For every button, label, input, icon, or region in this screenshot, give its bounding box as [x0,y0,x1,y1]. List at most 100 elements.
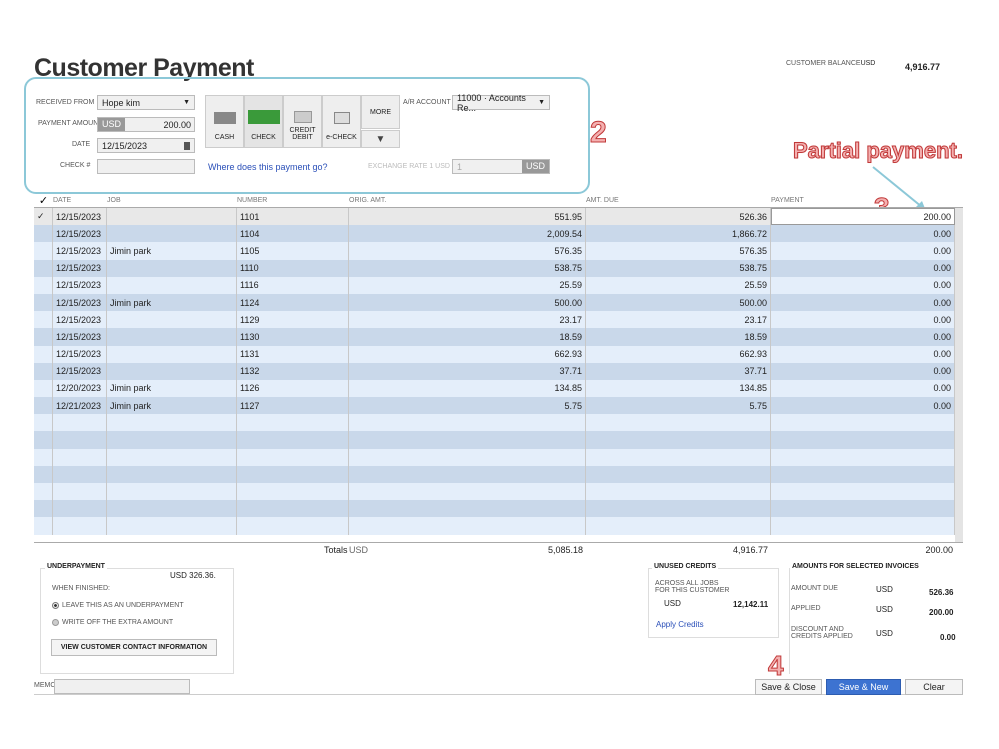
cell-check[interactable] [34,293,53,312]
cell-payment[interactable]: 0.00 [771,259,955,277]
cell-check[interactable] [34,500,53,518]
payment-method-cash[interactable]: CASH [205,95,244,148]
cell-payment[interactable]: 0.00 [771,328,955,346]
exchange-rate-input[interactable]: 1 USD [452,159,550,174]
empty-row[interactable] [34,414,963,432]
cell-check[interactable] [34,483,53,501]
more-dropdown-button[interactable]: ▼ [361,130,400,148]
table-row[interactable]: 12/15/2023 1110 538.75 538.75 0.00 [34,259,963,277]
cell-number: 1101 [237,208,349,226]
table-row[interactable]: 12/15/2023 1132 37.71 37.71 0.00 [34,362,963,380]
cell-payment[interactable]: 0.00 [771,379,955,398]
ar-account-dropdown[interactable]: 11000 · Accounts Re... ▼ [452,93,550,113]
table-row[interactable]: 12/15/2023 1131 662.93 662.93 0.00 [34,345,963,363]
empty-row[interactable] [34,448,963,466]
cell-check[interactable] [34,414,53,432]
clear-button[interactable]: Clear [905,679,963,695]
table-row[interactable]: 12/15/2023 1129 23.17 23.17 0.00 [34,311,963,329]
cell-check[interactable] [34,379,53,398]
more-methods-button[interactable]: MORE [361,95,400,129]
cell-payment[interactable] [771,483,955,501]
cell-orig [349,414,586,432]
payment-method-echeck[interactable]: e-CHECK [322,95,361,148]
table-row[interactable]: 12/15/2023 1104 2,009.54 1,866.72 0.00 [34,225,963,243]
table-row[interactable]: ✓ 12/15/2023 1101 551.95 526.36 200.00 [34,208,963,226]
cell-payment[interactable] [771,448,955,466]
cell-check[interactable] [34,311,53,329]
cell-check[interactable] [34,362,53,380]
cell-payment[interactable]: 0.00 [771,362,955,380]
empty-row[interactable] [34,517,963,535]
cell-job: Jimin park [107,242,237,260]
cell-check[interactable] [34,225,53,243]
payment-amount-input[interactable]: USD 200.00 [97,117,195,132]
payment-method-credit-debit[interactable]: CREDIT DEBIT [283,95,322,148]
table-row[interactable]: 12/15/2023 Jimin park 1105 576.35 576.35 0.00 [34,242,963,260]
amount-due-value: 526.36 [929,588,954,597]
where-payment-link[interactable]: Where does this payment go? [208,162,328,172]
currency-badge: USD [98,118,126,131]
cell-check[interactable] [34,397,53,415]
cell-date: 12/15/2023 [53,311,107,329]
radio-write-off[interactable]: WRITE OFF THE EXTRA AMOUNT [52,619,173,626]
cell-payment[interactable] [771,431,955,449]
cell-payment[interactable] [771,517,955,535]
empty-row[interactable] [34,465,963,483]
cell-check[interactable] [34,517,53,535]
column-amt-due[interactable]: AMT. DUE [586,197,771,204]
cell-check[interactable] [34,448,53,466]
cell-number [237,500,349,518]
column-payment[interactable]: PAYMENT [771,197,955,204]
cell-number: 1104 [237,225,349,243]
cell-payment[interactable]: 0.00 [771,311,955,329]
save-new-button[interactable]: Save & New [826,679,901,695]
check-icon [247,110,280,124]
apply-credits-link[interactable]: Apply Credits [656,620,704,629]
cell-payment[interactable]: 0.00 [771,225,955,243]
cell-payment[interactable] [771,465,955,483]
column-date[interactable]: DATE [53,197,107,204]
scrollbar[interactable] [955,208,963,542]
table-row[interactable]: 12/15/2023 1116 25.59 25.59 0.00 [34,276,963,294]
cell-payment[interactable]: 0.00 [771,345,955,363]
empty-row[interactable] [34,431,963,449]
cell-payment[interactable]: 0.00 [771,276,955,294]
cell-check[interactable] [34,259,53,277]
cell-payment[interactable] [771,414,955,432]
column-job[interactable]: JOB [107,197,237,204]
payment-method-check[interactable]: CHECK [244,95,283,148]
cell-payment[interactable] [771,500,955,518]
calendar-icon[interactable] [184,141,190,150]
column-check[interactable]: ✓ [34,194,53,207]
memo-input[interactable] [54,679,190,694]
view-contact-info-button[interactable]: VIEW CUSTOMER CONTACT INFORMATION [51,639,217,656]
column-orig-amt[interactable]: ORIG. AMT. [349,197,586,204]
cell-check[interactable] [34,431,53,449]
customer-balance-value: 4,916.77 [905,62,941,72]
cell-check[interactable] [34,242,53,260]
cell-due [586,414,771,432]
check-number-input[interactable] [97,159,195,174]
cell-due: 5.75 [586,397,771,415]
cell-check[interactable]: ✓ [34,208,53,226]
column-number[interactable]: NUMBER [237,197,349,204]
cell-payment[interactable]: 0.00 [771,293,955,312]
cell-payment[interactable]: 0.00 [771,242,955,260]
empty-row[interactable] [34,500,963,518]
table-row[interactable]: 12/21/2023 Jimin park 1127 5.75 5.75 0.00 [34,397,963,415]
table-row[interactable]: 12/15/2023 1130 18.59 18.59 0.00 [34,328,963,346]
received-from-dropdown[interactable]: Hope kim ▼ [97,95,195,110]
cell-check[interactable] [34,276,53,294]
table-row[interactable]: 12/15/2023 Jimin park 1124 500.00 500.00 0.00 [34,293,963,312]
cell-check[interactable] [34,465,53,483]
save-close-button[interactable]: Save & Close [755,679,822,695]
cell-check[interactable] [34,328,53,346]
cell-check[interactable] [34,345,53,363]
unused-credits-title: UNUSED CREDITS [652,563,719,570]
table-row[interactable]: 12/20/2023 Jimin park 1126 134.85 134.85 0.00 [34,379,963,398]
radio-leave-underpayment[interactable]: LEAVE THIS AS AN UNDERPAYMENT [52,602,184,609]
cell-payment[interactable]: 200.00 [771,208,955,226]
date-input[interactable]: 12/15/2023 [97,138,195,153]
cell-payment[interactable]: 0.00 [771,397,955,415]
empty-row[interactable] [34,483,963,501]
